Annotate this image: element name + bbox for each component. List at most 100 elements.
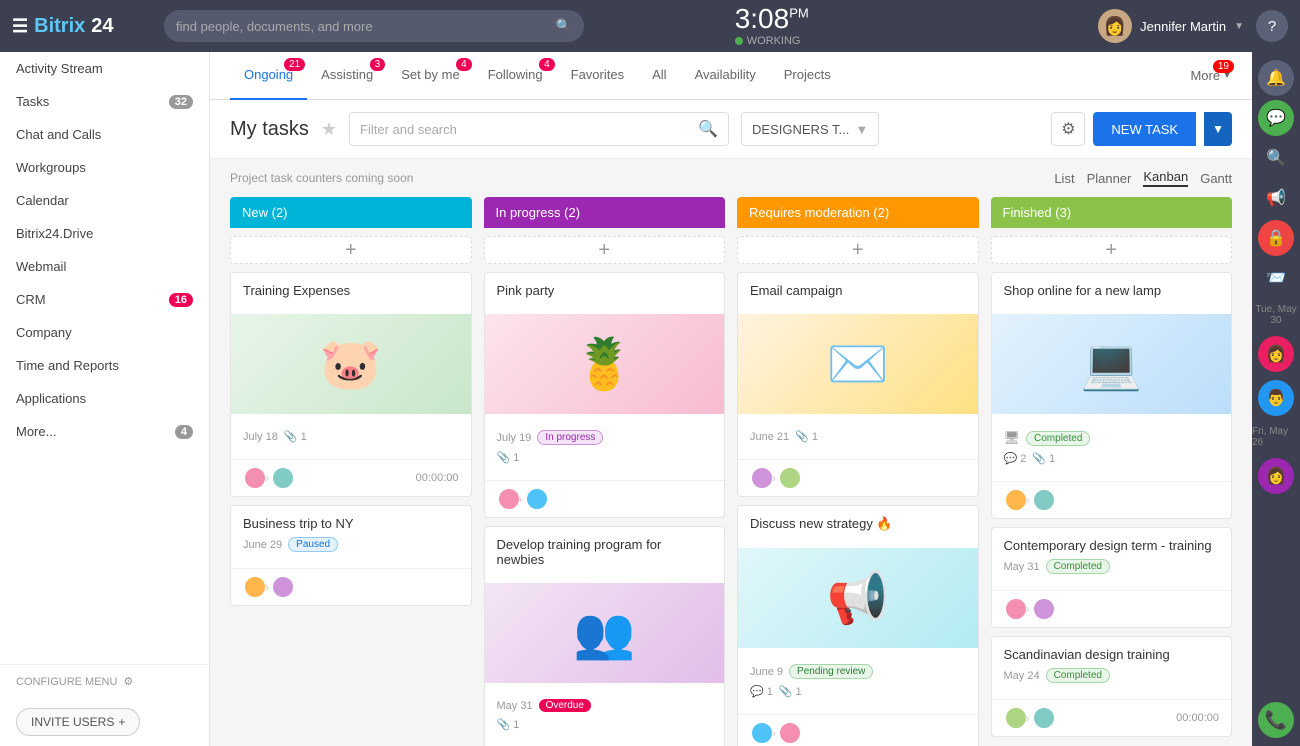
card-title: Training Expenses: [243, 283, 459, 298]
card-time: 00:00:00: [1176, 712, 1219, 724]
card-avatars: ›: [497, 487, 545, 511]
card-image-discuss: 📢: [738, 548, 978, 648]
tab-set-by-me[interactable]: Set by me 4: [387, 52, 474, 100]
contact-avatar-1[interactable]: 👩: [1258, 336, 1294, 372]
group-selector[interactable]: DESIGNERS T... ▼: [741, 112, 879, 146]
tab-favorites[interactable]: Favorites: [557, 52, 638, 100]
tab-assisting[interactable]: Assisting 3: [307, 52, 387, 100]
avatar: 👩: [1098, 9, 1132, 43]
card-discuss-strategy[interactable]: Discuss new strategy 🔥 📢 June 9 Pending …: [737, 505, 979, 746]
sidebar-item-crm[interactable]: CRM 16: [0, 283, 209, 316]
add-card-finished[interactable]: +: [991, 236, 1233, 264]
add-card-new[interactable]: +: [230, 236, 472, 264]
card-meta: July 18 📎 1: [243, 430, 459, 443]
column-new: New (2) + Training Expenses 🐷 July 18: [230, 197, 472, 746]
card-title: Business trip to NY: [243, 516, 459, 531]
sidebar-item-webmail[interactable]: Webmail: [0, 250, 209, 283]
card-meta: June 29 Paused: [243, 537, 459, 552]
card-image-email: ✉️: [738, 314, 978, 414]
clock-time: 3:08PM: [735, 5, 809, 33]
status-badge: Paused: [288, 537, 338, 552]
view-list[interactable]: List: [1054, 171, 1074, 186]
sidebar-item-tasks[interactable]: Tasks 32: [0, 85, 209, 118]
add-card-moderation[interactable]: +: [737, 236, 979, 264]
avatar: [1032, 597, 1056, 621]
invite-users-button[interactable]: INVITE USERS +: [16, 708, 140, 736]
avatar: [243, 575, 267, 599]
right-sidebar: 🔔 💬 🔍 📢 🔒 📨 Tue, May 30 👩 👨 Fri, May 26 …: [1252, 52, 1300, 746]
filter-search-icon: 🔍: [698, 119, 718, 139]
card-date: June 29: [243, 539, 282, 551]
card-date: May 31: [497, 700, 533, 712]
menu-icon[interactable]: ☰: [12, 16, 28, 37]
tab-availability[interactable]: Availability: [681, 52, 770, 100]
card-scandinavian-design[interactable]: Scandinavian design training May 24 Comp…: [991, 636, 1233, 737]
new-task-button[interactable]: NEW TASK: [1093, 112, 1196, 146]
card-contemporary-design[interactable]: Contemporary design term - training May …: [991, 527, 1233, 628]
status-badge: Overdue: [539, 699, 591, 712]
avatar: [1032, 706, 1056, 730]
card-pink-party[interactable]: Pink party 🍍 July 19 In progress 📎: [484, 272, 726, 518]
announce-icon[interactable]: 📢: [1258, 180, 1294, 216]
card-date: July 18: [243, 431, 278, 443]
card-email-campaign[interactable]: Email campaign ✉️ June 21 📎 1: [737, 272, 979, 497]
topbar: ☰ Bitrix 24 🔍 3:08PM WORKING 👩 Jennifer …: [0, 0, 1300, 52]
view-planner[interactable]: Planner: [1087, 171, 1132, 186]
avatar: [750, 721, 774, 745]
view-gantt[interactable]: Gantt: [1200, 171, 1232, 186]
card-meta: July 19 In progress: [497, 430, 713, 445]
card-title: Scandinavian design training: [1004, 647, 1220, 662]
help-button[interactable]: ?: [1256, 10, 1288, 42]
sidebar-item-applications[interactable]: Applications: [0, 382, 209, 415]
card-avatars: ›: [750, 721, 798, 745]
configure-menu[interactable]: CONFIGURE MENU ⚙: [0, 664, 209, 698]
attachment-info: 💬 1: [750, 685, 773, 698]
notifications-icon[interactable]: 🔔: [1258, 60, 1294, 96]
sidebar-item-chat-calls[interactable]: Chat and Calls: [0, 118, 209, 151]
card-business-trip[interactable]: Business trip to NY June 29 Paused ›: [230, 505, 472, 606]
avatar: [1004, 706, 1028, 730]
card-footer: ›: [992, 590, 1232, 627]
tab-projects[interactable]: Projects: [770, 52, 845, 100]
settings-icon[interactable]: ⚙: [1051, 112, 1085, 146]
sidebar-item-more[interactable]: More... 4: [0, 415, 209, 448]
sidebar-item-time-reports[interactable]: Time and Reports: [0, 349, 209, 382]
invite-users-section: INVITE USERS +: [0, 698, 209, 746]
card-footer: ›: [992, 481, 1232, 518]
tab-following[interactable]: Following 4: [474, 52, 557, 100]
chevron-down-icon: ▼: [1234, 21, 1244, 32]
card-avatars: ›: [1004, 488, 1052, 512]
attachment-icon: 📎: [497, 451, 511, 464]
add-card-inprogress[interactable]: +: [484, 236, 726, 264]
card-avatars: ›: [750, 466, 798, 490]
tab-more[interactable]: More ▼ 19: [1190, 68, 1232, 83]
search-icon[interactable]: 🔍: [1258, 140, 1294, 176]
sidebar-item-company[interactable]: Company: [0, 316, 209, 349]
new-task-dropdown[interactable]: ▼: [1204, 112, 1232, 146]
message-icon[interactable]: 📨: [1258, 260, 1294, 296]
card-training-expenses[interactable]: Training Expenses 🐷 July 18 📎 1: [230, 272, 472, 497]
filter-search-input[interactable]: 🔍: [349, 112, 729, 146]
search-bar[interactable]: 🔍: [164, 10, 584, 42]
sidebar-item-bitrix-drive[interactable]: Bitrix24.Drive: [0, 217, 209, 250]
card-shop-lamp[interactable]: Shop online for a new lamp 💻 🖥 Completed…: [991, 272, 1233, 519]
phone-icon[interactable]: 📞: [1258, 702, 1294, 738]
sidebar-item-calendar[interactable]: Calendar: [0, 184, 209, 217]
search-input[interactable]: [176, 19, 548, 34]
sidebar-item-activity-stream[interactable]: Activity Stream: [0, 52, 209, 85]
user-menu[interactable]: 👩 Jennifer Martin ▼: [1098, 9, 1244, 43]
contact-avatar-2[interactable]: 👨: [1258, 380, 1294, 416]
attachment-icon: 💬: [1004, 452, 1018, 465]
card-training-program[interactable]: Develop training program for newbies 👥 M…: [484, 526, 726, 746]
card-title: Shop online for a new lamp: [1004, 283, 1220, 298]
contact-avatar-3[interactable]: 👩: [1258, 458, 1294, 494]
view-kanban[interactable]: Kanban: [1143, 169, 1188, 187]
ongoing-badge: 21: [284, 58, 305, 71]
tab-ongoing[interactable]: Ongoing 21: [230, 52, 307, 100]
sidebar-item-workgroups[interactable]: Workgroups: [0, 151, 209, 184]
chat-icon[interactable]: 💬: [1258, 100, 1294, 136]
tab-all[interactable]: All: [638, 52, 680, 100]
lock-icon[interactable]: 🔒: [1258, 220, 1294, 256]
star-icon[interactable]: ★: [321, 119, 337, 140]
filter-input[interactable]: [360, 122, 692, 137]
